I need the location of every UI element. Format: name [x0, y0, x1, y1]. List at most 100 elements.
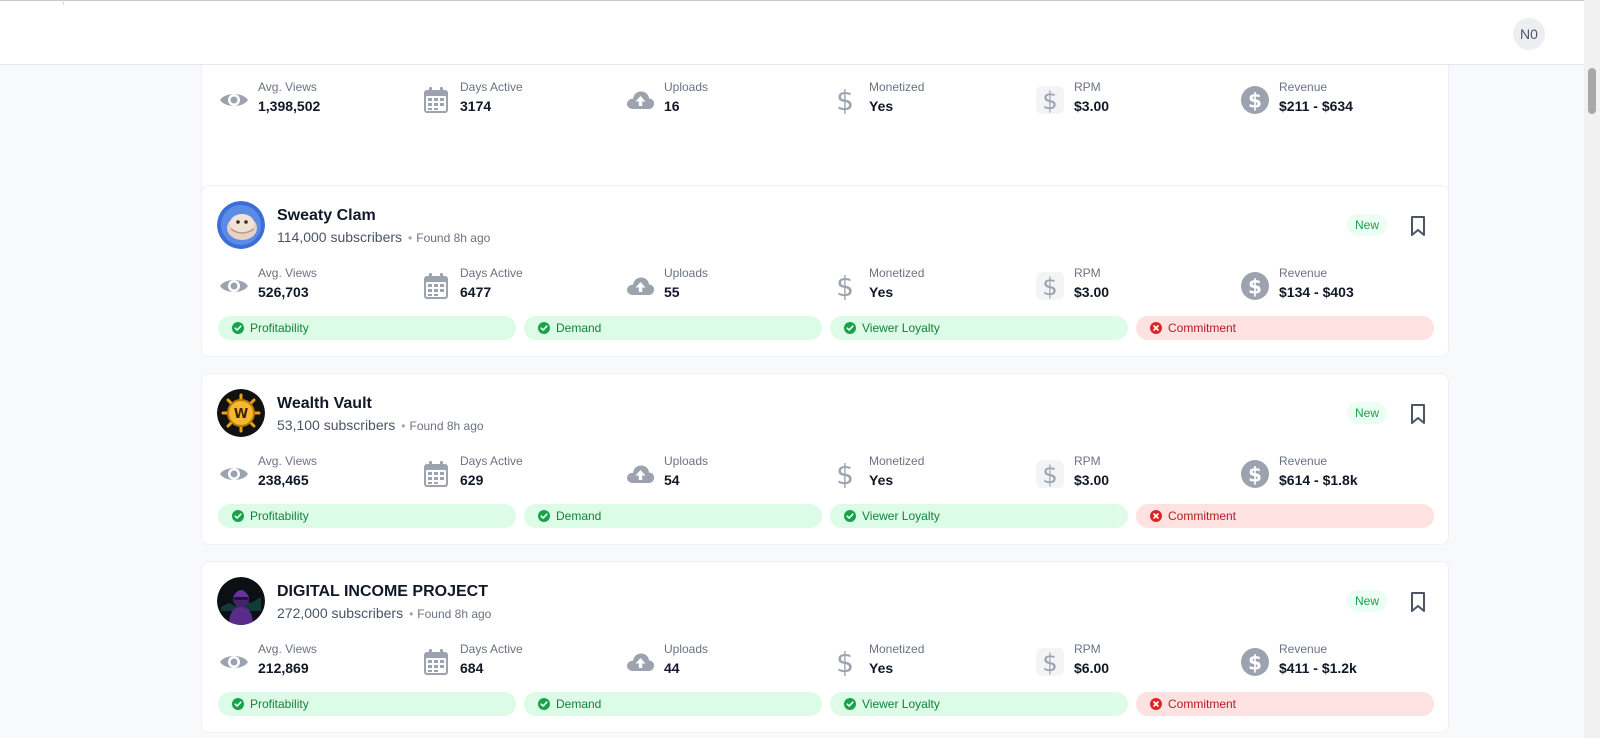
channel-header: DIGITAL INCOME PROJECT 272,000 subscribe…: [202, 562, 1448, 628]
channel-meta: 53,100 subscribers • Found 8h ago: [277, 417, 484, 433]
calendar-icon: [420, 646, 452, 678]
subscriber-count: 53,100 subscribers: [277, 417, 396, 433]
dollar-circle-icon: [1239, 646, 1271, 678]
scrollbar-thumb[interactable]: [1588, 68, 1596, 114]
calendar-icon: [420, 84, 452, 116]
bookmark-icon[interactable]: [1409, 591, 1427, 613]
subscriber-count: 272,000 subscribers: [277, 605, 404, 621]
stat-label: Avg. Views: [258, 266, 317, 280]
top-bar: N0: [0, 0, 1584, 65]
check-circle-icon: [232, 698, 244, 710]
eye-icon: [218, 646, 250, 678]
signal-demand: Demand: [524, 504, 822, 528]
user-avatar-button[interactable]: N0: [1513, 18, 1545, 50]
signal-commitment: Commitment: [1136, 504, 1434, 528]
stat-label: Uploads: [664, 266, 709, 280]
bookmark-icon[interactable]: [1409, 403, 1427, 425]
signals-row: Profitability Demand Viewer Loyalty Comm…: [202, 692, 1448, 716]
dollar-icon: [829, 646, 861, 678]
found-time: Found 8h ago: [416, 231, 491, 245]
channel-card: Sweaty Clam 114,000 subscribers • Found 8h…: [201, 185, 1449, 357]
stat-value: $3.00: [1074, 98, 1110, 114]
stat-label: RPM: [1074, 80, 1101, 94]
signals-row: Profitability Demand Viewer Loyalty Comm…: [202, 504, 1448, 528]
signal-viewer-loyalty: Viewer Loyalty: [830, 504, 1128, 528]
hooded-figure-avatar[interactable]: [217, 577, 265, 625]
eye-icon: [218, 270, 250, 302]
stat-value: 3174: [460, 98, 492, 114]
stat-label: Days Active: [460, 266, 523, 280]
stat-value: 238,465: [258, 472, 309, 488]
channel-meta: 272,000 subscribers • Found 8h ago: [277, 605, 491, 621]
stat-label: Revenue: [1279, 642, 1328, 656]
stat-value: $411 - $1.2k: [1279, 660, 1357, 676]
channel-header: Sweaty Clam 114,000 subscribers • Found 8h…: [202, 186, 1448, 252]
stat-label: Avg. Views: [258, 642, 317, 656]
x-circle-icon: [1150, 510, 1162, 522]
signal-label: Profitability: [250, 697, 309, 711]
cloud-upload-icon: [624, 458, 656, 490]
check-circle-icon: [538, 510, 550, 522]
avatar-letter: W: [234, 407, 248, 422]
separator-dot: •: [409, 607, 414, 621]
stat-value: 212,869: [258, 660, 309, 676]
stat-value: $3.00: [1074, 472, 1110, 488]
check-circle-icon: [538, 698, 550, 710]
signal-commitment: Commitment: [1136, 692, 1434, 716]
vault-wheel-avatar[interactable]: W: [217, 389, 265, 437]
new-badge: New: [1347, 214, 1388, 236]
separator-dot: •: [408, 231, 413, 245]
found-time: Found 8h ago: [417, 607, 492, 621]
channel-name[interactable]: DIGITAL INCOME PROJECT: [277, 583, 488, 601]
stat-value: $6.00: [1074, 660, 1110, 676]
stat-label: Days Active: [460, 454, 523, 468]
cloud-upload-icon: [624, 84, 656, 116]
stats-row: Avg. Views 212,869 Days Active 684 Uploa…: [202, 642, 1448, 682]
stat-label: Uploads: [664, 80, 709, 94]
stat-value: Yes: [869, 660, 894, 676]
stat-label: Uploads: [664, 642, 709, 656]
stat-value: 55: [664, 284, 680, 300]
signal-label: Demand: [556, 509, 602, 523]
x-circle-icon: [1150, 698, 1162, 710]
check-circle-icon: [844, 510, 856, 522]
dollar-circle-icon: [1239, 84, 1271, 116]
subscriber-count: 114,000 subscribers: [277, 229, 403, 245]
dollar-box-icon: [1034, 84, 1066, 116]
stat-value: 1,398,502: [258, 98, 321, 114]
stat-value: $614 - $1.8k: [1279, 472, 1358, 488]
stat-label: Uploads: [664, 454, 709, 468]
channel-name[interactable]: Sweaty Clam: [277, 207, 376, 225]
stat-label: Revenue: [1279, 80, 1328, 94]
stat-label: Monetized: [869, 642, 925, 656]
stat-value: $134 - $403: [1279, 284, 1354, 300]
calendar-icon: [420, 270, 452, 302]
check-circle-icon: [844, 698, 856, 710]
calendar-icon: [420, 458, 452, 490]
stat-label: Days Active: [460, 80, 523, 94]
check-circle-icon: [844, 322, 856, 334]
signal-label: Commitment: [1168, 321, 1237, 335]
eye-icon: [218, 458, 250, 490]
stats-row: Avg. Views 238,465 Days Active 629 Uploa…: [202, 454, 1448, 494]
cloud-upload-icon: [624, 646, 656, 678]
channel-name[interactable]: Wealth Vault: [277, 395, 372, 413]
signal-viewer-loyalty: Viewer Loyalty: [830, 316, 1128, 340]
separator-dot: •: [401, 419, 406, 433]
dollar-circle-icon: [1239, 270, 1271, 302]
bookmark-icon[interactable]: [1409, 215, 1427, 237]
signal-label: Profitability: [250, 321, 309, 335]
dollar-icon: [829, 84, 861, 116]
dollar-box-icon: [1034, 646, 1066, 678]
signal-label: Viewer Loyalty: [862, 697, 940, 711]
signal-label: Demand: [556, 697, 602, 711]
dollar-circle-icon: [1239, 458, 1271, 490]
signal-profitability: Profitability: [218, 692, 516, 716]
channel-card: W Wealth Vault 53,100 subscribers • Found …: [201, 373, 1449, 545]
clam-avatar[interactable]: [217, 201, 265, 249]
signal-label: Viewer Loyalty: [862, 321, 940, 335]
top-tick: [63, 0, 64, 5]
signal-profitability: Profitability: [218, 316, 516, 340]
stat-label: Monetized: [869, 454, 925, 468]
signal-label: Demand: [556, 321, 602, 335]
